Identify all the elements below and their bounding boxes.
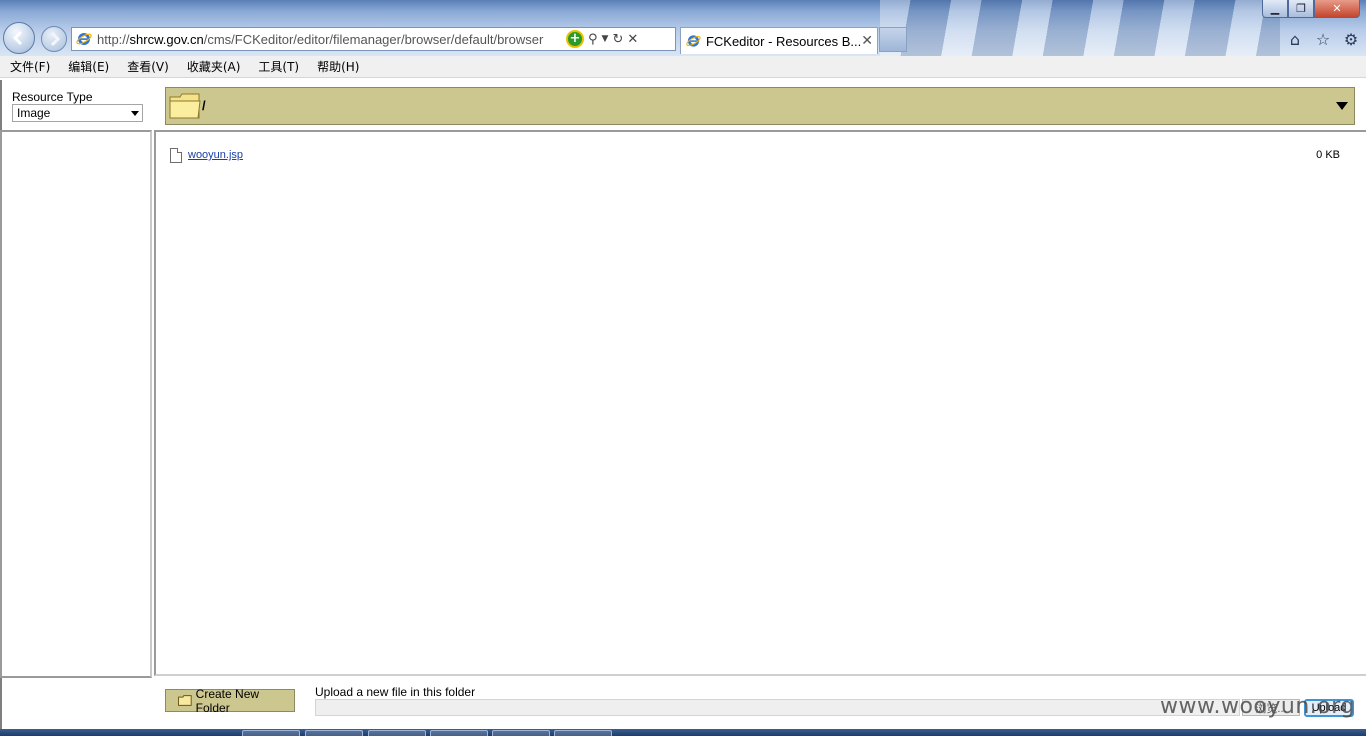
refresh-icon[interactable]: ↻ — [612, 32, 623, 47]
window-controls: ▁ ❐ ✕ — [1262, 0, 1360, 18]
tools-icon[interactable]: ⚙ — [1342, 30, 1360, 49]
resource-type-label: Resource Type — [12, 90, 93, 104]
file-row[interactable]: wooyun.jsp 0 KB — [170, 146, 1340, 164]
current-folder-path: / — [202, 98, 206, 113]
menu-file[interactable]: 文件(F) — [2, 58, 58, 75]
url-host: shrcw.gov.cn — [129, 31, 204, 47]
address-tools: + ⚲ ▼ ↻ ✕ — [566, 30, 638, 48]
address-bar[interactable]: http://shrcw.gov.cn/cms/FCKeditor/editor… — [71, 27, 676, 51]
folder-dropdown-icon[interactable] — [1336, 102, 1348, 110]
menu-edit[interactable]: 编辑(E) — [60, 58, 117, 75]
taskbar-item[interactable] — [492, 730, 550, 736]
ie-icon — [76, 33, 92, 45]
tab-title: FCKeditor - Resources B... — [705, 33, 862, 49]
content-frames: wooyun.jsp 0 KB — [0, 130, 1366, 678]
menu-view[interactable]: 查看(V) — [119, 58, 177, 75]
back-icon — [12, 30, 23, 46]
close-tab-icon[interactable]: ✕ — [861, 33, 873, 49]
taskbar-item[interactable] — [305, 730, 363, 736]
stop-icon[interactable]: ✕ — [627, 32, 638, 47]
taskbar-item[interactable] — [242, 730, 300, 736]
taskbar-item[interactable] — [554, 730, 612, 736]
tab-ie-icon — [686, 35, 701, 47]
forward-button[interactable] — [41, 26, 67, 52]
create-folder-label: Create New Folder — [195, 686, 260, 715]
menu-tools[interactable]: 工具(T) — [250, 58, 307, 75]
compat-view-icon[interactable]: + — [566, 30, 584, 48]
create-folder-button[interactable]: Create New Folder — [165, 686, 295, 715]
maximize-button[interactable]: ❐ — [1288, 0, 1314, 18]
file-size: 0 KB — [1316, 149, 1340, 161]
tab-fckeditor[interactable]: FCKeditor - Resources B... ✕ — [680, 27, 878, 54]
browser-titlebar: http://shrcw.gov.cn/cms/FCKeditor/editor… — [0, 0, 1366, 56]
browser-right-icons: ⌂ ☆ ⚙ — [1286, 30, 1360, 49]
file-icon — [170, 147, 182, 163]
taskbar — [0, 729, 1366, 736]
current-folder-bar: / — [165, 87, 1355, 125]
new-folder-icon — [178, 695, 192, 706]
taskbar-item[interactable] — [430, 730, 488, 736]
resource-type-select[interactable]: Image — [12, 104, 143, 122]
home-icon[interactable]: ⌂ — [1286, 30, 1304, 49]
url-text[interactable]: http://shrcw.gov.cn/cms/FCKeditor/editor… — [97, 32, 562, 47]
upload-file-input[interactable] — [315, 699, 1240, 716]
menu-help[interactable]: 帮助(H) — [309, 58, 367, 75]
dropdown-icon[interactable]: ▼ — [602, 34, 609, 44]
bottom-left-panel — [0, 678, 152, 730]
forward-icon — [50, 31, 61, 47]
folder-tree-frame — [0, 130, 152, 678]
close-window-button[interactable]: ✕ — [1314, 0, 1360, 18]
minimize-button[interactable]: ▁ — [1262, 0, 1288, 18]
folder-icon — [169, 93, 201, 119]
search-icon[interactable]: ⚲ — [588, 32, 598, 47]
resource-type-panel: Resource Type Image — [0, 80, 152, 130]
url-prefix: http:// — [97, 31, 130, 47]
resource-type-value: Image — [17, 106, 51, 120]
menu-bar: 文件(F) 编辑(E) 查看(V) 收藏夹(A) 工具(T) 帮助(H) — [0, 56, 1366, 78]
file-link[interactable]: wooyun.jsp — [188, 149, 243, 161]
favorites-icon[interactable]: ☆ — [1314, 30, 1332, 49]
new-tab-button[interactable] — [879, 27, 907, 52]
url-path: /cms/FCKeditor/editor/filemanager/browse… — [203, 31, 544, 47]
taskbar-item[interactable] — [368, 730, 426, 736]
watermark: www.wooyun.org — [1160, 694, 1355, 719]
upload-label: Upload a new file in this folder — [315, 685, 476, 699]
chevron-down-icon — [131, 111, 139, 116]
back-button[interactable] — [3, 22, 35, 54]
file-list-frame: wooyun.jsp 0 KB — [154, 130, 1366, 676]
menu-favorites[interactable]: 收藏夹(A) — [179, 58, 249, 75]
